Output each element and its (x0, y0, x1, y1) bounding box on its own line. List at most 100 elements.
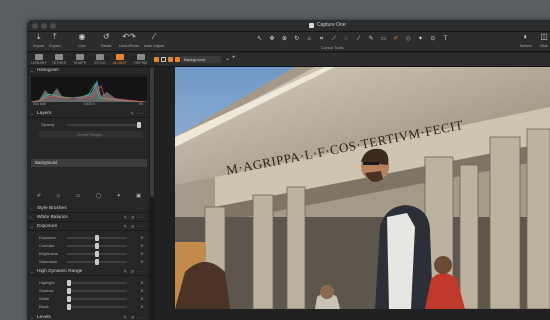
layer-mask-icon[interactable] (154, 57, 159, 62)
levels-header[interactable]: ⌄ Levels ✎ ↺ ··· (27, 314, 149, 320)
chevron-down-icon[interactable]: ⌄ (225, 55, 230, 62)
zoom-icon[interactable]: ⊕ (280, 35, 289, 43)
opacity-knob[interactable] (137, 122, 141, 128)
radial-icon[interactable]: ◯ (96, 192, 102, 201)
section-tools-icon[interactable]: ✎ ↺ ··· (123, 224, 145, 230)
tab-refine[interactable]: REFINE (131, 54, 151, 65)
before-button[interactable]: ◐ Before (520, 33, 532, 49)
side-button[interactable]: ◫ Side (539, 33, 549, 49)
contrast-slider[interactable] (67, 243, 127, 249)
brush-icon[interactable]: ✐ (391, 35, 400, 43)
minimize-window-button[interactable] (41, 23, 47, 29)
white-value[interactable]: 0 (133, 296, 143, 301)
keystone-icon[interactable]: ⌂ (305, 35, 314, 43)
reset-icon: ↺ (102, 32, 110, 41)
eraser-icon[interactable]: ◇ (404, 35, 413, 43)
zoom-window-button[interactable] (50, 23, 56, 29)
black-knob[interactable] (67, 304, 71, 310)
opacity-slider[interactable] (67, 122, 141, 128)
white-slider[interactable] (67, 296, 127, 302)
cursor-tools-label: Cursor Tools (321, 45, 344, 50)
pan-icon[interactable]: ✥ (267, 35, 276, 43)
magic-brush-icon[interactable]: ✦ (117, 192, 121, 201)
brush-icon[interactable]: ✐ (37, 192, 41, 201)
more-icon[interactable]: ··· (138, 68, 146, 73)
gradient-icon[interactable]: ▭ (379, 35, 388, 43)
tab-library[interactable]: LIBRARY (29, 54, 49, 65)
import-button[interactable]: ⤓ Import (33, 32, 44, 49)
layer-row-background[interactable]: Background (31, 159, 147, 167)
grid-view-icon[interactable] (168, 57, 173, 62)
contrast-knob[interactable] (95, 243, 99, 249)
single-view-icon[interactable] (161, 57, 166, 62)
window-title: Capture One (317, 22, 346, 28)
section-tools-icon[interactable]: ✎ ↺ ··· (123, 269, 145, 275)
tab-adjust[interactable]: ADJUST (110, 54, 130, 65)
style-brushes-header[interactable]: › Style Brushes ··· (27, 205, 149, 213)
highlight-value[interactable]: 0 (133, 280, 143, 285)
layers-header[interactable]: ⌄ Layers ✎ ··· (27, 110, 149, 118)
black-value[interactable]: 0 (133, 304, 143, 309)
more-icon[interactable]: ··· (138, 206, 146, 211)
highlight-slider[interactable] (67, 280, 127, 286)
black-slider[interactable] (67, 304, 127, 310)
erase-icon[interactable]: ◇ (57, 192, 61, 201)
tab-shape[interactable]: SHAPE (70, 54, 90, 65)
live-button[interactable]: ◉ Live (77, 33, 87, 49)
crop-icon[interactable]: ⌗ (317, 35, 326, 43)
tab-tether-label: TETHER (51, 61, 67, 65)
tab-tether[interactable]: TETHER (49, 54, 69, 65)
saturation-value[interactable]: 0 (133, 259, 143, 264)
straighten-icon[interactable]: ⟋ (329, 35, 338, 43)
saturation-knob[interactable] (95, 259, 99, 265)
picker-icon[interactable]: ⊙ (428, 35, 437, 43)
brightness-knob[interactable] (95, 251, 99, 257)
contrast-value[interactable]: 0 (133, 243, 143, 248)
eyedropper-icon[interactable]: ⁄ (354, 35, 363, 43)
spot-icon[interactable]: ◌ (342, 35, 351, 43)
image-viewer[interactable]: M·AGRIPPA·L·F·COS·TERTIVM·FECIT (175, 67, 550, 309)
shadow-slider[interactable] (67, 288, 127, 294)
section-tools-icon[interactable]: ✎ ↺ ··· (123, 315, 145, 320)
layer-tools-icon[interactable]: ✎ ··· (130, 111, 145, 117)
saturation-label: Saturation (39, 259, 58, 264)
rotate-icon[interactable]: ↻ (292, 35, 301, 43)
gradient-icon[interactable]: ▭ (76, 192, 81, 201)
exposure-header[interactable]: ⌄ Exposure ✎ ↺ ··· (27, 223, 149, 231)
white-balance-header[interactable]: › White Balance ✎ ↺ ··· (27, 214, 149, 222)
add-layer-icon[interactable]: + (232, 55, 236, 61)
annotate-icon[interactable]: ✎ (366, 35, 375, 43)
photo-pantheon (175, 67, 550, 309)
tab-style[interactable]: STYLE (90, 54, 110, 65)
reset-button[interactable]: ↺ Reset (101, 32, 111, 49)
white-knob[interactable] (67, 296, 71, 302)
undo-redo-button[interactable]: ↶↷ Undo/Redo (119, 33, 139, 49)
shadow-value[interactable]: 0 (133, 288, 143, 293)
compare-view-icon[interactable] (175, 57, 180, 62)
select-cursor-icon[interactable]: ↖ (255, 35, 264, 43)
auto-adjust-button[interactable]: ⁄ Auto Adjust (144, 33, 164, 49)
brightness-slider[interactable] (67, 251, 127, 257)
export-button[interactable]: ⤒ Export (49, 33, 61, 49)
exposure-slider[interactable] (67, 235, 127, 241)
highlight-knob[interactable] (67, 280, 71, 286)
scrollbar-thumb[interactable] (150, 67, 154, 197)
import-icon: ⤓ (36, 32, 41, 41)
exposure-value[interactable]: 0 (133, 235, 143, 240)
layer-selector[interactable]: Background (181, 56, 221, 63)
histogram-header[interactable]: ⌄ Histogram ··· (27, 67, 149, 75)
section-tools-icon[interactable]: ✎ ↺ ··· (123, 215, 145, 221)
sidebar-scrollbar[interactable] (149, 67, 155, 320)
magic-brush-icon[interactable]: ✦ (416, 35, 425, 43)
hdr-header[interactable]: ⌄ High Dynamic Range ✎ ↺ ··· (27, 268, 149, 276)
exposure-knob[interactable] (95, 235, 99, 241)
fill-icon[interactable]: ▣ (136, 192, 141, 201)
brightness-value[interactable]: 0 (133, 251, 143, 256)
close-window-button[interactable] (32, 23, 38, 29)
curve-range-button[interactable]: Curve Range... (39, 131, 143, 138)
shadow-knob[interactable] (67, 288, 71, 294)
side-label: Side (539, 43, 548, 48)
main-toolbar: ⤓ Import ⤒ Export ◉ Live ↺ Reset ↶↷ Undo… (27, 32, 550, 52)
saturation-slider[interactable] (67, 259, 127, 265)
text-tool-icon[interactable]: T (441, 35, 450, 43)
